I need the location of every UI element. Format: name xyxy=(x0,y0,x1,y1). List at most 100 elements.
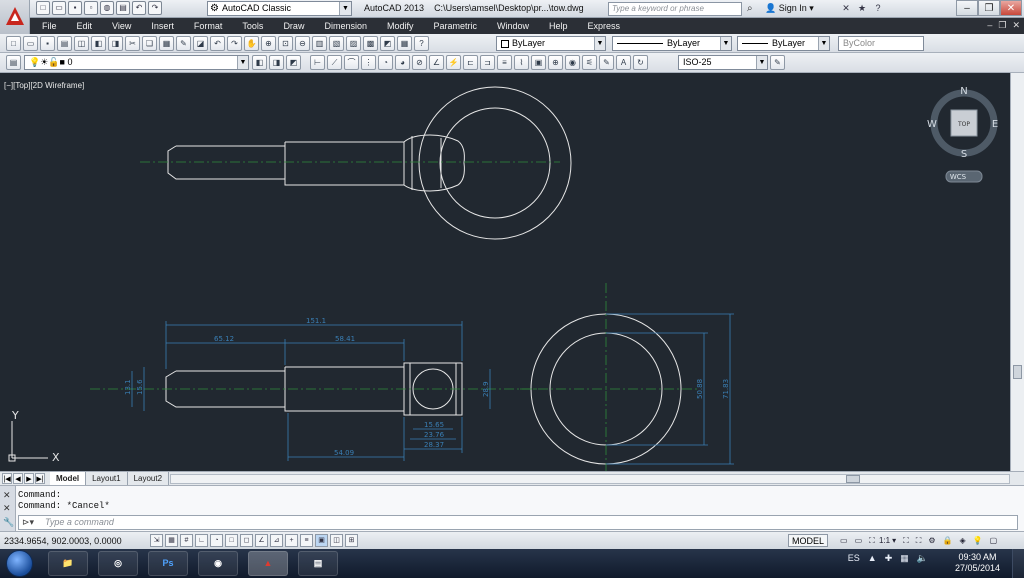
workspace-selector[interactable]: ⚙ AutoCAD Classic ▼ xyxy=(207,1,352,16)
quick-view-layouts-icon[interactable]: ▭ xyxy=(838,534,850,547)
zoom-previous-icon[interactable]: ⊖ xyxy=(295,36,310,51)
qnew-icon[interactable]: □ xyxy=(6,36,21,51)
break-icon[interactable]: ⌇ xyxy=(514,55,529,70)
undo-icon[interactable]: ↶ xyxy=(132,1,146,15)
star-icon[interactable]: ★ xyxy=(856,2,868,14)
make-current-icon[interactable]: ◧ xyxy=(252,55,267,70)
inspect-icon[interactable]: ◉ xyxy=(565,55,580,70)
match-properties-icon[interactable]: ✎ xyxy=(176,36,191,51)
layer-control[interactable]: 💡☀🔓■ 0 ▼ xyxy=(24,55,249,70)
new-icon[interactable]: □ xyxy=(36,1,50,15)
chrome-app-icon[interactable]: ◉ xyxy=(198,551,238,576)
restore-icon[interactable]: ❐ xyxy=(978,0,1000,16)
linear-dim-icon[interactable]: ⊢ xyxy=(310,55,325,70)
angular-icon[interactable]: ∠ xyxy=(429,55,444,70)
help-tool-icon[interactable]: ? xyxy=(414,36,429,51)
tab-model[interactable]: Model xyxy=(50,472,87,485)
customize-icon[interactable]: ✕ xyxy=(3,503,11,514)
space-icon[interactable]: ≡ xyxy=(497,55,512,70)
print-icon[interactable]: ▤ xyxy=(57,36,72,51)
close-icon[interactable]: ✕ xyxy=(1000,0,1022,16)
infer-constraints-icon[interactable]: ⇲ xyxy=(150,534,163,547)
menu-draw[interactable]: Draw xyxy=(273,18,314,34)
coordinates-display[interactable]: 2334.9654, 902.0003, 0.0000 xyxy=(4,536,122,546)
pan-icon[interactable]: ✋ xyxy=(244,36,259,51)
search-icon[interactable]: ⌕ xyxy=(747,3,753,14)
layer-previous-icon[interactable]: ◨ xyxy=(269,55,284,70)
command-line-handle[interactable]: ✕ ✕ 🔧 xyxy=(0,486,16,532)
menu-window[interactable]: Window xyxy=(487,18,539,34)
photoshop-app-icon[interactable]: Ps xyxy=(148,551,188,576)
clock[interactable]: 09:30 AM 27/05/2014 xyxy=(955,552,1000,574)
menu-dimension[interactable]: Dimension xyxy=(314,18,377,34)
polar-tracking-icon[interactable]: ◔ xyxy=(210,534,223,547)
command-input[interactable]: ⊳▾ Type a command xyxy=(18,515,1018,530)
radius-icon[interactable]: ◔ xyxy=(378,55,393,70)
menu-express[interactable]: Express xyxy=(578,18,631,34)
first-tab-icon[interactable]: |◀ xyxy=(2,473,12,484)
model-space-button[interactable]: MODEL xyxy=(788,534,829,547)
autocad-ws-app-icon[interactable]: ◎ xyxy=(98,551,138,576)
menu-file[interactable]: File xyxy=(32,18,67,34)
tray-app-icon[interactable]: ✚ xyxy=(885,553,893,564)
redo-tool-icon[interactable]: ↷ xyxy=(227,36,242,51)
quick-view-drawings-icon[interactable]: ▭ xyxy=(853,534,865,547)
wrench-icon[interactable]: 🔧 xyxy=(3,517,14,528)
dim-edit-icon[interactable]: ✎ xyxy=(599,55,614,70)
quick-properties-icon[interactable]: ◫ xyxy=(330,534,343,547)
redo-icon[interactable]: ↷ xyxy=(148,1,162,15)
next-tab-icon[interactable]: ▶ xyxy=(24,473,34,484)
continue-icon[interactable]: ⊐ xyxy=(480,55,495,70)
block-editor-icon[interactable]: ◪ xyxy=(193,36,208,51)
language-indicator[interactable]: ES xyxy=(848,553,860,564)
exchange-icon[interactable]: ✕ xyxy=(840,2,852,14)
lineweight-icon[interactable]: ≡ xyxy=(300,534,313,547)
paste-icon[interactable]: ▦ xyxy=(159,36,174,51)
network-icon[interactable]: ▦ xyxy=(900,553,909,564)
baseline-icon[interactable]: ⊏ xyxy=(463,55,478,70)
application-menu-button[interactable] xyxy=(0,0,30,34)
compass-east[interactable]: E xyxy=(992,119,998,130)
close-icon[interactable]: ✕ xyxy=(3,490,11,501)
minimize-icon[interactable]: – xyxy=(956,0,978,16)
menu-help[interactable]: Help xyxy=(539,18,578,34)
undo-tool-icon[interactable]: ↶ xyxy=(210,36,225,51)
transparency-icon[interactable]: ▣ xyxy=(315,534,328,547)
menu-modify[interactable]: Modify xyxy=(377,18,424,34)
menu-format[interactable]: Format xyxy=(184,18,233,34)
menu-tools[interactable]: Tools xyxy=(232,18,273,34)
compass-south[interactable]: S xyxy=(961,149,967,160)
drawing-canvas[interactable]: 151.1 65.12 58.41 54.09 15.65 23.76 28.3… xyxy=(0,73,1010,471)
scroll-thumb[interactable] xyxy=(1013,365,1022,379)
plot-icon[interactable]: ▤ xyxy=(116,1,130,15)
open-icon[interactable]: ▭ xyxy=(52,1,66,15)
workspace-switch-icon[interactable]: ⚙ xyxy=(926,534,937,547)
arc-length-icon[interactable]: ⌒ xyxy=(344,55,359,70)
vertical-scrollbar[interactable] xyxy=(1010,73,1024,471)
viewcube-face[interactable]: TOP xyxy=(957,121,970,128)
menu-edit[interactable]: Edit xyxy=(67,18,103,34)
dyn-input-icon[interactable]: + xyxy=(285,534,298,547)
menu-view[interactable]: View xyxy=(102,18,141,34)
explorer-app-icon[interactable]: 📁 xyxy=(48,551,88,576)
save-icon[interactable]: ▪ xyxy=(68,1,82,15)
start-button[interactable] xyxy=(6,550,33,577)
tab-layout1[interactable]: Layout1 xyxy=(86,472,128,485)
lineweight-control[interactable]: ByLayer ▼ xyxy=(737,36,830,51)
dimstyle-control[interactable]: ISO-25 ▼ xyxy=(678,55,768,70)
publish-icon[interactable]: ◧ xyxy=(91,36,106,51)
ucs-menu[interactable]: WCS xyxy=(950,173,967,181)
linetype-control[interactable]: ByLayer ▼ xyxy=(612,36,732,51)
annotation-visibility-icon[interactable]: ⛶ xyxy=(901,534,911,547)
show-desktop-button[interactable] xyxy=(1012,549,1024,578)
zoom-window-icon[interactable]: ⊡ xyxy=(278,36,293,51)
viewcube[interactable]: TOP N S E W WCS xyxy=(927,86,998,183)
object-snap-icon[interactable]: □ xyxy=(225,534,238,547)
clean-screen-icon[interactable]: ▢ xyxy=(988,534,1000,547)
prev-tab-icon[interactable]: ◀ xyxy=(13,473,23,484)
snap-mode-icon[interactable]: ▦ xyxy=(165,534,178,547)
quick-dim-icon[interactable]: ⚡ xyxy=(446,55,461,70)
3d-publish-icon[interactable]: ◨ xyxy=(108,36,123,51)
design-center-icon[interactable]: ▧ xyxy=(329,36,344,51)
compass-north[interactable]: N xyxy=(960,86,967,97)
